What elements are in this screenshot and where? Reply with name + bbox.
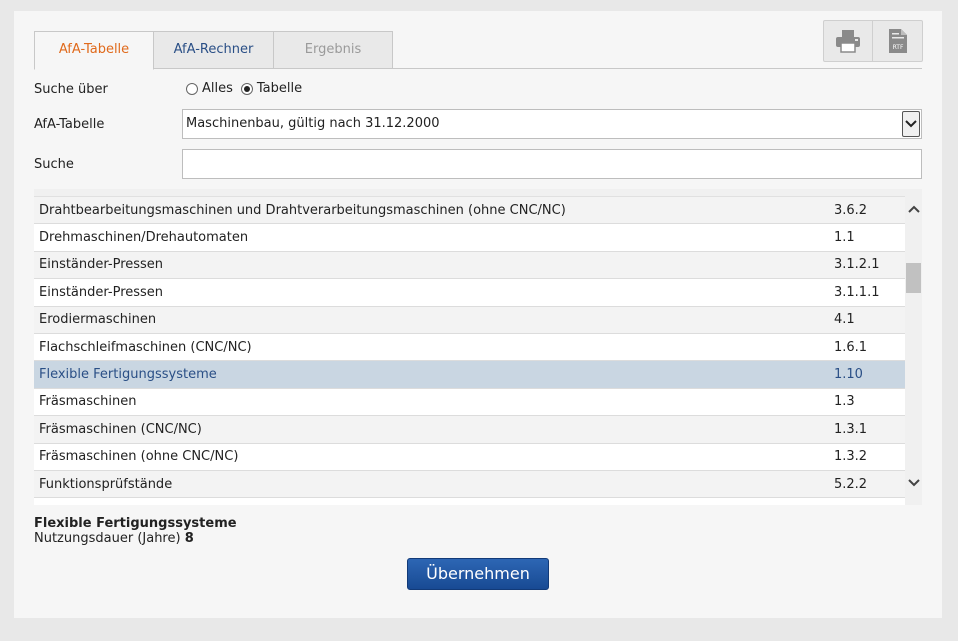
row-name: Fräsmaschinen: [39, 394, 137, 410]
table-row[interactable]: Fräsmaschinen (CNC/NC) 1.3.1: [34, 416, 905, 444]
row-name: Fräsmaschinen (CNC/NC): [39, 421, 202, 437]
toolbar: RTF: [823, 20, 923, 62]
afa-table-select[interactable]: Maschinenbau, gültig nach 31.12.2000: [182, 109, 922, 139]
result-title: Flexible Fertigungssysteme: [34, 516, 237, 531]
table-row[interactable]: Flachschleifmaschinen (CNC/NC) 1.6.1: [34, 333, 905, 362]
list-rows: Drahtbearbeitungsmaschinen und Drahtvera…: [34, 197, 905, 499]
search-label: Suche: [34, 157, 74, 172]
row-code: 1.1: [834, 230, 855, 246]
row-code: 3.6.2: [834, 202, 868, 218]
tab-bar: AfA-Tabelle AfA-Rechner Ergebnis: [34, 31, 922, 70]
radio-alles[interactable]: [186, 82, 198, 95]
row-name: Flachschleifmaschinen (CNC/NC): [39, 339, 252, 355]
row-code: 1.3.1: [834, 421, 868, 437]
radio-tabelle-label[interactable]: Tabelle: [257, 81, 302, 96]
rtf-export-button[interactable]: RTF: [873, 21, 922, 61]
row-name: Drehmaschinen/Drehautomaten: [39, 230, 249, 246]
table-row[interactable]: Drehmaschinen/Drehautomaten 1.1: [34, 224, 905, 252]
row-name: Flexible Fertigungssysteme: [39, 367, 217, 383]
list-scrollbar[interactable]: [905, 189, 922, 505]
table-row[interactable]: Drahtbearbeitungsmaschinen und Drahtvera…: [34, 197, 905, 225]
row-code: 1.6.1: [834, 339, 868, 355]
result-line: Nutzungsdauer (Jahre) 8: [34, 531, 237, 546]
scroll-down-icon[interactable]: [905, 475, 922, 491]
rtf-document-icon: RTF: [888, 29, 907, 53]
table-row[interactable]: Fräsmaschinen 1.3: [34, 388, 905, 417]
row-name: Fräsmaschinen (ohne CNC/NC): [39, 449, 239, 465]
tab-afa-rechner[interactable]: AfA-Rechner: [153, 31, 274, 69]
row-name: Erodiermaschinen: [39, 312, 157, 328]
scroll-up-icon[interactable]: [905, 201, 922, 217]
radio-tabelle[interactable]: [240, 82, 253, 95]
tab-ergebnis[interactable]: Ergebnis: [273, 31, 393, 69]
row-code: 5.2.2: [834, 476, 868, 492]
row-name: Einständer-Pressen: [39, 284, 164, 300]
chevron-down-icon[interactable]: [902, 111, 920, 137]
table-row[interactable]: Flexible Fertigungssysteme 1.10: [34, 361, 905, 389]
table-row[interactable]: Fräsmaschinen (ohne CNC/NC) 1.3.2: [34, 443, 905, 471]
row-code: 1.10: [834, 367, 863, 383]
rtf-label: RTF: [892, 44, 903, 51]
table-row[interactable]: Einständer-Pressen 3.1.2.1: [34, 251, 905, 280]
result-summary: Flexible Fertigungssysteme Nutzungsdauer…: [34, 516, 237, 546]
afa-table-list: Drahtbearbeitungsmaschinen und Drahtvera…: [34, 189, 922, 505]
row-code: 3.1.2.1: [834, 257, 880, 273]
apply-button[interactable]: Übernehmen: [407, 558, 549, 590]
row-name: Funktionsprüfstände: [39, 476, 173, 492]
printer-icon: [836, 30, 860, 53]
tab-afa-tabelle[interactable]: AfA-Tabelle: [34, 31, 154, 70]
afa-table-select-value: Maschinenbau, gültig nach 31.12.2000: [186, 116, 440, 131]
row-code: 3.1.1.1: [834, 284, 880, 300]
row-name: Drahtbearbeitungsmaschinen und Drahtvera…: [39, 202, 566, 218]
row-name: Einständer-Pressen: [39, 257, 164, 273]
scrollbar-thumb[interactable]: [906, 263, 921, 293]
table-row[interactable]: Funktionsprüfstände 5.2.2: [34, 470, 905, 499]
search-input[interactable]: [182, 149, 922, 179]
row-code: 1.3: [834, 394, 855, 410]
table-row[interactable]: Einständer-Pressen 3.1.1.1: [34, 279, 905, 307]
result-label: Nutzungsdauer (Jahre): [34, 531, 181, 546]
table-row[interactable]: Erodiermaschinen 4.1: [34, 306, 905, 334]
afa-dialog: AfA-Tabelle AfA-Rechner Ergebnis RTF Suc…: [14, 11, 942, 618]
afa-table-label: AfA-Tabelle: [34, 117, 105, 132]
search-over-label: Suche über: [34, 82, 108, 97]
search-scope-radios: Alles Tabelle: [186, 81, 306, 96]
radio-alles-label[interactable]: Alles: [202, 81, 233, 96]
row-code: 1.3.2: [834, 449, 868, 465]
print-button[interactable]: [824, 21, 873, 61]
row-code: 4.1: [834, 312, 855, 328]
list-partial-row: [34, 189, 905, 197]
result-value: 8: [184, 531, 194, 546]
